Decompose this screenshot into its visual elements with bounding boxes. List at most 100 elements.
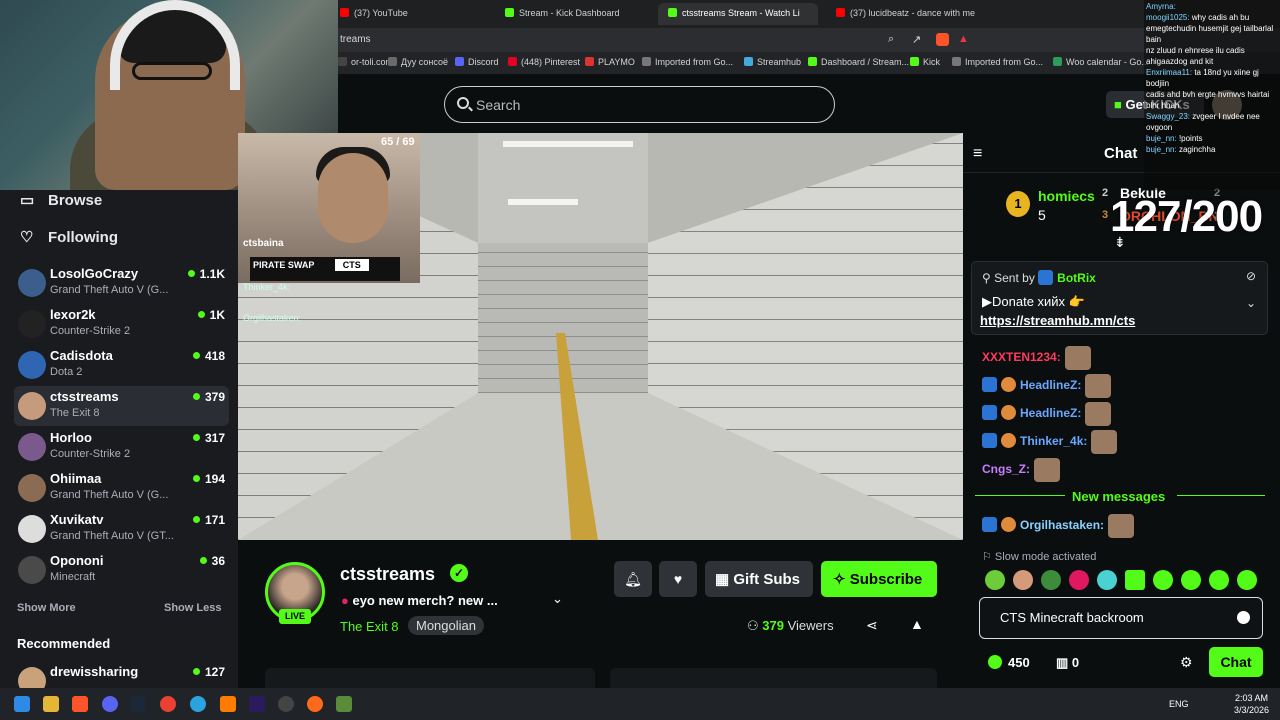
notification-bell-button[interactable]: 🔔︎ <box>614 561 652 597</box>
recommended-channel[interactable]: drewissharing 127 <box>14 661 229 688</box>
channel-points[interactable]: 450 <box>988 655 1030 670</box>
url-text[interactable]: treams <box>340 34 371 45</box>
bookmark-item[interactable]: Imported from Go... <box>952 57 1043 67</box>
sidebar-channel-ohiimaa[interactable]: Ohiimaa Grand Theft Auto V (G... 194 <box>14 468 229 508</box>
firefox-icon[interactable] <box>307 696 323 712</box>
emote-icon[interactable] <box>1181 570 1201 590</box>
bookmark-item[interactable]: Дуу сонсоё <box>388 57 448 67</box>
follow-button[interactable]: ♥ <box>659 561 697 597</box>
chat-username[interactable]: XXXTEN1234: <box>982 350 1061 364</box>
sidebar-browse[interactable]: ▭ Browse <box>20 191 102 209</box>
language-tag[interactable]: Mongolian <box>408 616 484 635</box>
bookmark-icon <box>1053 57 1062 66</box>
chat-username[interactable]: Orgilhastaken: <box>1020 518 1104 532</box>
emote-icon[interactable] <box>1153 570 1173 590</box>
kick-logo-icon: ■ <box>1114 97 1126 112</box>
pinned-link[interactable]: https://streamhub.mn/cts <box>980 313 1135 328</box>
share-page-icon[interactable]: ↗ <box>912 33 921 46</box>
chat-input-value[interactable]: CTS Minecraft backroom <box>1000 610 1144 625</box>
bookmark-icon <box>338 57 347 66</box>
minecraft-icon[interactable] <box>336 696 352 712</box>
send-chat-button[interactable]: Chat <box>1209 647 1263 677</box>
sidebar-channel-ctsstreams[interactable]: ctsstreams The Exit 8 379 <box>14 386 229 426</box>
search-input[interactable]: Search <box>476 97 520 113</box>
emote-icon[interactable] <box>1237 570 1257 590</box>
emote-icon[interactable] <box>1041 570 1061 590</box>
show-less-button[interactable]: Show Less <box>164 602 221 614</box>
channel-name: ctsstreams <box>50 389 119 404</box>
input-language[interactable]: ENG <box>1169 699 1189 709</box>
expand-leaderboard-icon[interactable]: ⇟ <box>1114 234 1126 251</box>
steam-icon[interactable] <box>130 696 146 712</box>
chat-settings-icon[interactable]: ⚙ <box>1180 654 1193 671</box>
emoji-picker-icon[interactable] <box>1237 611 1250 624</box>
bookmark-icon <box>808 57 817 66</box>
browser-tab[interactable]: Stream - Kick Dashboard <box>495 3 655 25</box>
stream-category[interactable]: The Exit 8 <box>340 619 399 634</box>
premiere-icon[interactable] <box>249 696 265 712</box>
emote-icon[interactable] <box>1013 570 1033 590</box>
bookmark-item[interactable]: Dashboard / Stream... <box>808 57 909 67</box>
pinned-sender[interactable]: BotRix <box>1057 271 1096 285</box>
share-icon[interactable]: ⋖ <box>866 617 878 634</box>
browser-tab[interactable]: ctsstreams Stream - Watch Li <box>658 3 818 25</box>
sidebar-channel-cadisdota[interactable]: Cadisdota Dota 2 418 <box>14 345 229 385</box>
obs-icon[interactable] <box>278 696 294 712</box>
chat-username[interactable]: HeadlineZ: <box>1020 406 1081 420</box>
collapse-chat-icon[interactable]: ≡ <box>973 145 982 163</box>
bookmark-item[interactable]: (448) Pinterest <box>508 57 580 67</box>
emote-icon[interactable] <box>1209 570 1229 590</box>
zoom-icon[interactable]: ⌕ <box>888 33 894 46</box>
illustrator-icon[interactable] <box>220 696 236 712</box>
sidebar-following[interactable]: ♡ Following <box>20 228 118 246</box>
bookmark-item[interactable]: Woo calendar - Go... <box>1053 57 1149 67</box>
search-bar[interactable]: Search <box>444 86 835 123</box>
viewer-label: Viewers <box>787 618 834 633</box>
sidebar-channel-lexor2k[interactable]: lexor2k Counter-Strike 2 1K <box>14 304 229 344</box>
bookmark-item[interactable]: Streamhub <box>744 57 801 67</box>
bookmark-item[interactable]: Discord <box>455 57 499 67</box>
chat-username[interactable]: Thinker_4k: <box>1020 434 1087 448</box>
sidebar-channel-xuvikatv[interactable]: Xuvikatv Grand Theft Auto V (GT... 171 <box>14 509 229 549</box>
overlay-chat-line: moogii1025: why cadis ah bu emegtechudin… <box>1146 12 1278 45</box>
browser-tab[interactable]: (37) lucidbeatz - dance with me <box>826 3 976 25</box>
leader-name[interactable]: homiecs <box>1038 188 1095 204</box>
hide-pin-icon[interactable]: ⊘ <box>1246 269 1256 283</box>
chat-username[interactable]: HeadlineZ: <box>1020 378 1081 392</box>
telegram-icon[interactable] <box>190 696 206 712</box>
bookmark-item[interactable]: PLAYMO <box>585 57 635 67</box>
sidebar-channel-opononi[interactable]: Opononi Minecraft 36 <box>14 550 229 590</box>
chat-input[interactable]: CTS Minecraft backroom <box>979 597 1263 639</box>
discord-icon[interactable] <box>102 696 118 712</box>
bookmark-item[interactable]: or-toli.com <box>338 57 393 67</box>
new-messages-divider[interactable]: New messages <box>975 489 1265 504</box>
browser-tab[interactable]: (37) YouTube <box>330 3 490 25</box>
brave-browser-icon[interactable] <box>72 696 88 712</box>
bookmark-item[interactable]: Imported from Go... <box>642 57 733 67</box>
show-more-button[interactable]: Show More <box>17 602 76 614</box>
chevron-down-icon[interactable]: ⌄ <box>1246 296 1256 310</box>
pinned-text: ▶Donate хийх 👉 <box>982 294 1085 309</box>
subscribe-button[interactable]: ✧ Subscribe <box>821 561 937 597</box>
sub-badge-icon <box>1001 517 1016 533</box>
chat-username[interactable]: Cngs_Z: <box>982 462 1030 476</box>
chevron-down-icon[interactable]: ⌄ <box>552 591 563 607</box>
system-clock[interactable]: 2:03 AM 3/3/2026 <box>1234 692 1269 716</box>
report-icon[interactable]: ▲ <box>910 616 924 632</box>
emote-icon[interactable] <box>1097 570 1117 590</box>
brave-shield-icon[interactable] <box>936 33 949 46</box>
channel-name: LosolGoCrazy <box>50 266 139 281</box>
streamer-name[interactable]: ctsstreams <box>340 564 435 585</box>
file-explorer-icon[interactable] <box>43 696 59 712</box>
bookmark-item[interactable]: Kick <box>910 57 940 67</box>
emote-icon[interactable] <box>1069 570 1089 590</box>
drops-counter[interactable]: ▥ 0 <box>1056 655 1079 671</box>
sidebar-channel-losolgocrazy[interactable]: LosolGoCrazy Grand Theft Auto V (G... 1.1K <box>14 263 229 303</box>
sidebar-channel-horloo[interactable]: Horloo Counter-Strike 2 317 <box>14 427 229 467</box>
gift-subs-button[interactable]: ▦ Gift Subs <box>705 561 813 597</box>
emote-icon[interactable] <box>1125 570 1145 590</box>
emote-icon[interactable] <box>985 570 1005 590</box>
windows-start-icon[interactable] <box>14 696 30 712</box>
chrome-icon[interactable] <box>160 696 176 712</box>
rewards-icon[interactable]: ▲ <box>958 33 969 45</box>
